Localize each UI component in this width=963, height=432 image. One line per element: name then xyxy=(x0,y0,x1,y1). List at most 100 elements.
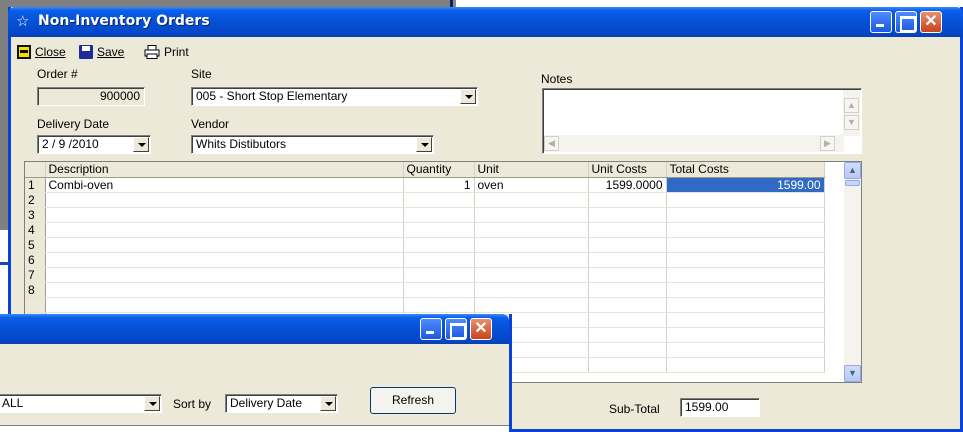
cell-unit[interactable] xyxy=(474,237,589,253)
scroll-thumb[interactable] xyxy=(845,180,860,186)
cell-total-cost[interactable]: 1599.00 xyxy=(666,177,825,193)
vendor-select[interactable]: Whits Distibutors xyxy=(191,135,434,154)
window-title: Non-Inventory Orders xyxy=(38,13,210,29)
cell-unit[interactable] xyxy=(474,207,589,223)
sort-by-select[interactable]: Delivery Date xyxy=(225,394,338,413)
cell-unit[interactable] xyxy=(474,267,589,283)
minimize-button[interactable] xyxy=(870,11,892,33)
cell-unit-cost[interactable] xyxy=(588,252,667,268)
chevron-down-icon[interactable] xyxy=(144,396,160,411)
cell-quantity[interactable] xyxy=(403,207,475,223)
cell-description[interactable] xyxy=(45,252,404,268)
cell-unit-cost[interactable] xyxy=(588,267,667,283)
cell-quantity[interactable] xyxy=(403,222,475,238)
cell-unit-cost[interactable] xyxy=(588,192,667,208)
save-button[interactable]: Save xyxy=(79,45,124,59)
orders-list-window: ✕ ALL Sort by Delivery Date Refresh xyxy=(0,314,512,432)
column-header-description[interactable]: Description xyxy=(45,162,404,178)
close-window-button[interactable]: ✕ xyxy=(920,11,942,33)
cell-description[interactable]: Combi-oven xyxy=(45,177,404,193)
minimize-button[interactable] xyxy=(420,318,442,340)
cell-quantity[interactable] xyxy=(403,267,475,283)
cell-quantity[interactable] xyxy=(403,282,475,298)
column-header-total-costs[interactable]: Total Costs xyxy=(666,162,825,178)
table-row[interactable]: 8 xyxy=(25,282,825,298)
notes-textarea[interactable]: ▲ ▼ ◀ ▶ xyxy=(542,88,862,154)
cell-description[interactable] xyxy=(45,207,404,223)
cell-quantity[interactable]: 1 xyxy=(403,177,475,193)
table-row[interactable]: 6 xyxy=(25,252,825,268)
cell-total-cost[interactable] xyxy=(666,207,825,223)
scroll-right-icon[interactable]: ▶ xyxy=(820,136,835,151)
notes-vertical-scrollbar[interactable]: ▲ ▼ xyxy=(843,90,860,136)
toolbar: Close Save Print xyxy=(11,41,911,65)
table-row[interactable]: 1 Combi-oven 1 oven 1599.0000 1599.00 xyxy=(25,177,825,193)
row-number: 8 xyxy=(25,282,46,298)
column-header-quantity[interactable]: Quantity xyxy=(403,162,475,178)
orders-list-header xyxy=(0,425,509,432)
cell-description[interactable] xyxy=(45,267,404,283)
print-button[interactable]: Print xyxy=(144,45,189,59)
scroll-up-icon[interactable]: ▲ xyxy=(844,98,859,113)
chevron-down-icon[interactable] xyxy=(460,89,476,104)
cell-unit-cost[interactable] xyxy=(588,207,667,223)
filter-select[interactable]: ALL xyxy=(0,394,162,413)
cell-unit[interactable] xyxy=(474,192,589,208)
cell-quantity[interactable] xyxy=(403,192,475,208)
site-select[interactable]: 005 - Short Stop Elementary xyxy=(191,87,478,106)
delivery-date-picker[interactable]: 2 / 9 /2010 xyxy=(37,135,151,154)
cell-unit[interactable]: oven xyxy=(474,177,589,193)
printer-icon xyxy=(144,45,160,59)
table-row[interactable]: 5 xyxy=(25,237,825,253)
cell-total-cost[interactable] xyxy=(666,252,825,268)
cell-total-cost[interactable] xyxy=(666,222,825,238)
close-label: Close xyxy=(35,45,66,59)
cell-quantity[interactable] xyxy=(403,252,475,268)
cell-unit-cost[interactable] xyxy=(588,222,667,238)
row-number: 1 xyxy=(25,177,46,193)
cell-unit-cost[interactable] xyxy=(588,237,667,253)
chevron-down-icon[interactable] xyxy=(416,137,432,152)
column-header-unit-costs[interactable]: Unit Costs xyxy=(588,162,667,178)
title-bar[interactable]: ☆ Non-Inventory Orders ✕ xyxy=(8,7,963,37)
chevron-down-icon[interactable] xyxy=(320,396,336,411)
delivery-date-value: 2 / 9 /2010 xyxy=(42,137,99,151)
close-button[interactable]: Close xyxy=(17,45,66,59)
cell-description[interactable] xyxy=(45,222,404,238)
order-number-field: 900000 xyxy=(37,87,145,106)
cell-total-cost[interactable] xyxy=(666,282,825,298)
table-row[interactable]: 7 xyxy=(25,267,825,283)
column-header-unit[interactable]: Unit xyxy=(474,162,589,178)
maximize-button[interactable] xyxy=(445,318,467,340)
cell-quantity[interactable] xyxy=(403,237,475,253)
cell-unit-cost[interactable] xyxy=(588,282,667,298)
chevron-down-icon[interactable] xyxy=(133,137,149,152)
maximize-button[interactable] xyxy=(895,11,917,33)
cell-total-cost[interactable] xyxy=(666,192,825,208)
scroll-down-icon[interactable]: ▼ xyxy=(844,365,861,382)
row-number: 7 xyxy=(25,267,46,283)
notes-horizontal-scrollbar[interactable]: ◀ ▶ xyxy=(544,135,844,152)
grid-vertical-scrollbar[interactable]: ▲ ▼ xyxy=(844,162,861,382)
table-row[interactable] xyxy=(25,297,825,313)
vendor-value: Whits Distibutors xyxy=(196,137,287,151)
cell-total-cost[interactable] xyxy=(666,237,825,253)
scroll-down-icon[interactable]: ▼ xyxy=(844,115,859,130)
second-window-title-bar[interactable]: ✕ xyxy=(0,314,509,344)
star-icon: ☆ xyxy=(16,13,30,30)
cell-unit[interactable] xyxy=(474,252,589,268)
close-window-button[interactable]: ✕ xyxy=(470,318,492,340)
table-row[interactable]: 3 xyxy=(25,207,825,223)
table-row[interactable]: 4 xyxy=(25,222,825,238)
cell-unit[interactable] xyxy=(474,282,589,298)
cell-description[interactable] xyxy=(45,237,404,253)
cell-description[interactable] xyxy=(45,282,404,298)
cell-unit-cost[interactable]: 1599.0000 xyxy=(588,177,667,193)
scroll-left-icon[interactable]: ◀ xyxy=(544,136,559,151)
cell-total-cost[interactable] xyxy=(666,267,825,283)
table-row[interactable]: 2 xyxy=(25,192,825,208)
refresh-button[interactable]: Refresh xyxy=(370,387,456,414)
cell-description[interactable] xyxy=(45,192,404,208)
cell-unit[interactable] xyxy=(474,222,589,238)
scroll-up-icon[interactable]: ▲ xyxy=(844,162,861,179)
